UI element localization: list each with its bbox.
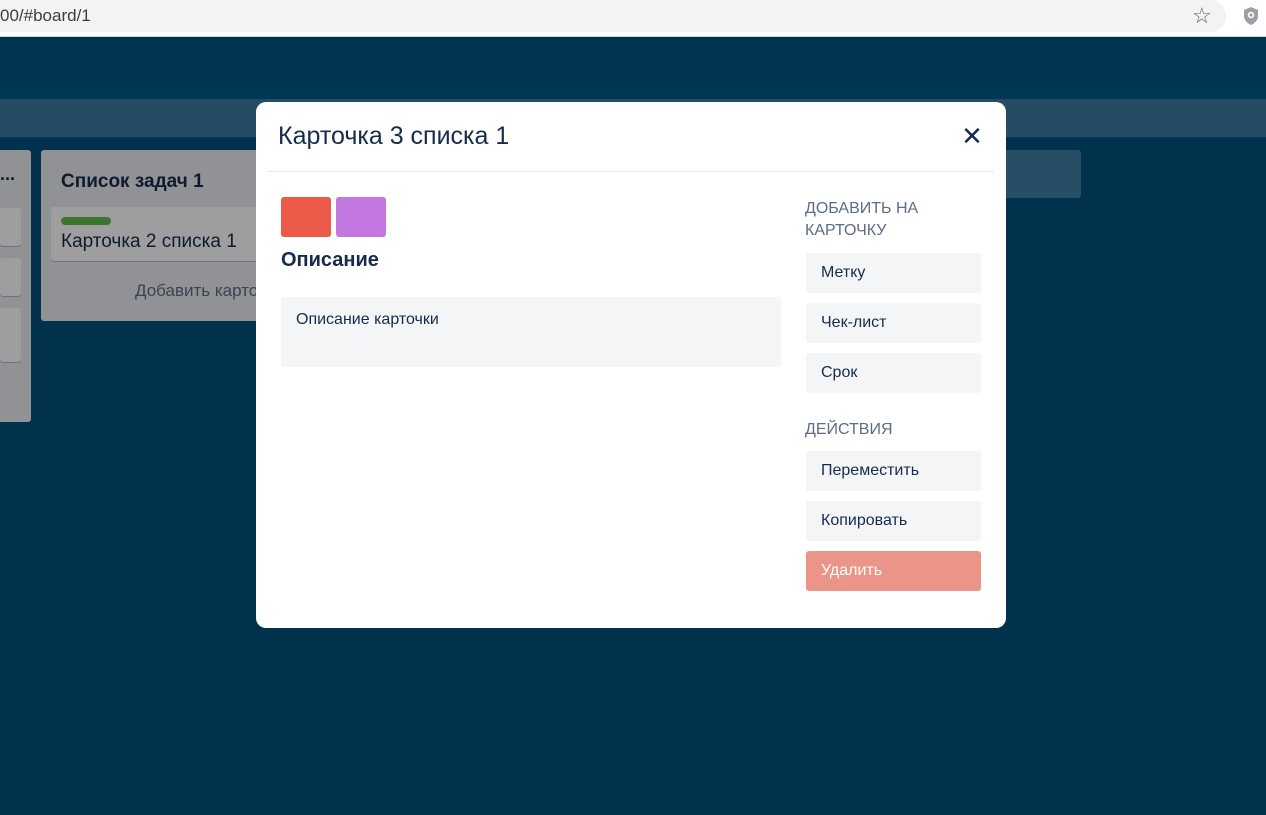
actions-heading: ДЕЙСТВИЯ: [805, 421, 893, 438]
label-button[interactable]: Метку: [806, 253, 981, 293]
checklist-button-text: Чек-лист: [821, 314, 887, 331]
delete-button[interactable]: Удалить: [806, 551, 981, 591]
checklist-button[interactable]: Чек-лист: [806, 303, 981, 343]
address-bar[interactable]: 00/#board/1: [0, 0, 1226, 32]
description-field[interactable]: Описание карточки: [281, 297, 781, 367]
move-button-text: Переместить: [821, 462, 920, 479]
description-text: Описание карточки: [296, 311, 439, 328]
copy-button[interactable]: Копировать: [806, 501, 981, 541]
due-date-button[interactable]: Срок: [806, 353, 981, 393]
copy-button-text: Копировать: [821, 512, 908, 529]
label-chip-red[interactable]: [281, 197, 331, 237]
label-button-text: Метку: [821, 264, 866, 281]
browser-toolbar: 00/#board/1 ☆: [0, 0, 1266, 37]
label-chip-purple[interactable]: [336, 197, 386, 237]
card-detail-modal: Карточка 3 списка 1 ✕ Описание Описание …: [256, 102, 1006, 628]
modal-divider: [268, 171, 994, 172]
modal-title[interactable]: Карточка 3 списка 1: [278, 122, 509, 151]
shield-icon[interactable]: [1242, 6, 1260, 26]
star-icon[interactable]: ☆: [1192, 3, 1212, 29]
url-text[interactable]: 00/#board/1: [0, 6, 91, 26]
delete-button-text: Удалить: [821, 562, 883, 579]
description-heading: Описание: [281, 249, 379, 271]
add-to-card-heading: ДОБАВИТЬ НА КАРТОЧКУ: [805, 200, 919, 239]
close-icon[interactable]: ✕: [956, 120, 988, 152]
due-date-button-text: Срок: [821, 364, 858, 381]
move-button[interactable]: Переместить: [806, 451, 981, 491]
